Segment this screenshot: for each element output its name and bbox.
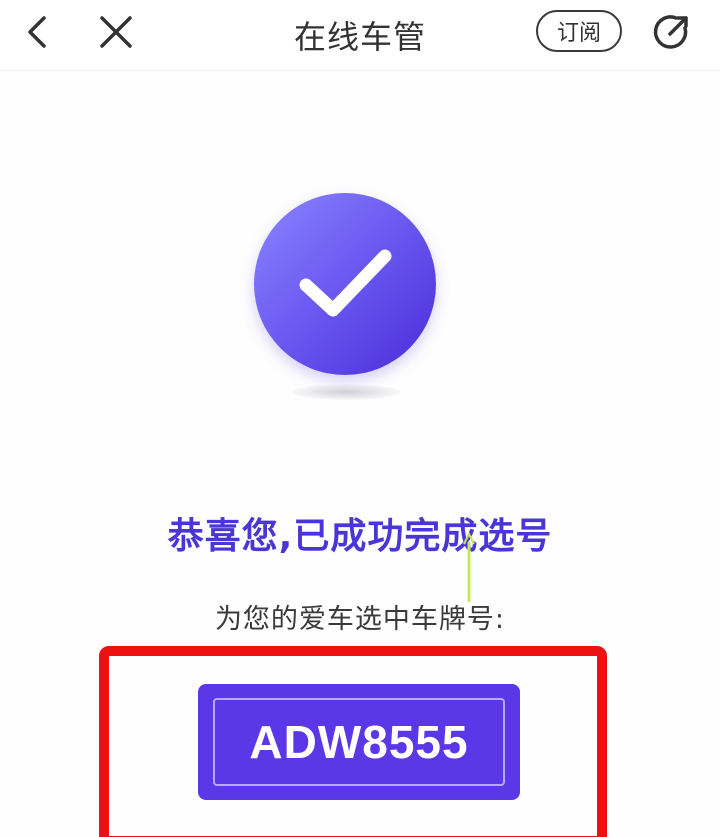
- back-button[interactable]: [14, 8, 62, 56]
- success-check-badge: [254, 193, 436, 375]
- success-title: 恭喜您,已成功完成选号: [167, 516, 553, 557]
- close-button[interactable]: [92, 8, 140, 56]
- cursor-icon: [463, 531, 475, 602]
- page: 在线车管 订阅 恭喜您,已成功完成选号 为您的爱车选中车牌号: ADW8555: [0, 0, 720, 837]
- subscribe-button[interactable]: 订阅: [536, 10, 622, 52]
- highlight-annotation-box: [99, 646, 607, 837]
- chevron-left-icon: [28, 16, 46, 48]
- share-button[interactable]: [648, 8, 696, 56]
- plate-caption: 为您的爱车选中车牌号:: [214, 604, 506, 635]
- check-circle-icon: [299, 249, 392, 317]
- close-icon: [100, 16, 132, 48]
- top-navigation-bar: 在线车管 订阅: [0, 0, 720, 71]
- share-icon: [653, 15, 688, 49]
- icon-shadow: [292, 384, 400, 400]
